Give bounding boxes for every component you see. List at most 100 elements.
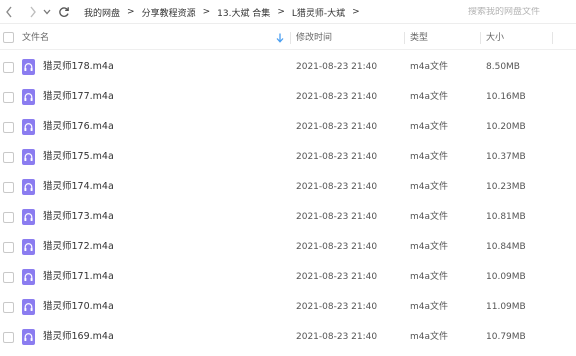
file-row[interactable]: 猎灵师173.m4a 2021-08-23 21:40 m4a文件 10.81M… [0,202,576,232]
file-list-header: 文件名 修改时间 类型 大小 [0,26,576,50]
row-checkbox[interactable] [3,122,14,133]
column-header-name[interactable]: 文件名 [22,26,49,50]
file-row[interactable]: 猎灵师175.m4a 2021-08-23 21:40 m4a文件 10.37M… [0,142,576,172]
audio-file-headphones-icon [22,299,35,315]
file-row[interactable]: 猎灵师171.m4a 2021-08-23 21:40 m4a文件 10.09M… [0,262,576,292]
back-button[interactable] [2,4,16,20]
column-divider[interactable] [480,32,481,44]
file-type: m4a文件 [410,212,449,222]
file-size: 10.20MB [486,122,526,132]
chevron-left-icon [6,6,12,18]
file-size: 10.79MB [486,332,526,342]
file-modified-time: 2021-08-23 21:40 [296,182,378,192]
breadcrumb: 我的网盘 > 分享教程资源 > 13.大斌 合集 > L猎灵师-大斌 > [84,0,367,24]
file-size: 10.37MB [486,152,526,162]
breadcrumb-item-shared-resources[interactable]: 分享教程资源 [142,6,196,19]
audio-file-headphones-icon [22,59,35,75]
select-all-checkbox[interactable] [3,32,14,43]
file-type: m4a文件 [410,242,449,252]
column-divider[interactable] [404,32,405,44]
file-size: 10.16MB [486,92,526,102]
file-modified-time: 2021-08-23 21:40 [296,302,378,312]
audio-file-headphones-icon [22,149,35,165]
file-type: m4a文件 [410,182,449,192]
file-modified-time: 2021-08-23 21:40 [296,272,378,282]
file-size: 10.81MB [486,212,526,222]
audio-file-headphones-icon [22,269,35,285]
breadcrumb-item-dabin-collection[interactable]: 13.大斌 合集 [217,6,270,19]
file-row[interactable]: 猎灵师176.m4a 2021-08-23 21:40 m4a文件 10.20M… [0,112,576,142]
column-divider[interactable] [290,32,291,44]
file-modified-time: 2021-08-23 21:40 [296,62,378,72]
row-checkbox[interactable] [3,242,14,253]
file-row[interactable]: 猎灵师169.m4a 2021-08-23 21:40 m4a文件 10.79M… [0,322,576,352]
row-checkbox[interactable] [3,302,14,313]
row-checkbox[interactable] [3,92,14,103]
sort-down-arrow-icon[interactable] [276,33,284,43]
refresh-button[interactable] [56,4,72,20]
file-modified-time: 2021-08-23 21:40 [296,242,378,252]
row-checkbox[interactable] [3,272,14,283]
file-name[interactable]: 猎灵师177.m4a [43,82,114,112]
file-type: m4a文件 [410,122,449,132]
navigation-bar: 我的网盘 > 分享教程资源 > 13.大斌 合集 > L猎灵师-大斌 > [0,0,576,24]
file-name[interactable]: 猎灵师178.m4a [43,52,114,82]
file-type: m4a文件 [410,302,449,312]
file-name[interactable]: 猎灵师171.m4a [43,262,114,292]
audio-file-headphones-icon [22,209,35,225]
audio-file-headphones-icon [22,89,35,105]
file-type: m4a文件 [410,272,449,282]
breadcrumb-separator: > [277,7,285,17]
file-name[interactable]: 猎灵师176.m4a [43,112,114,142]
file-row[interactable]: 猎灵师170.m4a 2021-08-23 21:40 m4a文件 11.09M… [0,292,576,322]
chevron-down-icon [43,9,51,15]
refresh-icon [59,7,69,17]
column-divider[interactable] [552,32,553,44]
file-modified-time: 2021-08-23 21:40 [296,212,378,222]
breadcrumb-separator: > [127,7,135,17]
file-name[interactable]: 猎灵师170.m4a [43,292,114,322]
file-type: m4a文件 [410,62,449,72]
search-box[interactable] [460,3,574,21]
breadcrumb-item-current-folder[interactable]: L猎灵师-大斌 [292,6,345,19]
file-row[interactable]: 猎灵师174.m4a 2021-08-23 21:40 m4a文件 10.23M… [0,172,576,202]
file-type: m4a文件 [410,332,449,342]
file-name[interactable]: 猎灵师172.m4a [43,232,114,262]
file-modified-time: 2021-08-23 21:40 [296,332,378,342]
history-dropdown-button[interactable] [42,4,52,20]
audio-file-headphones-icon [22,119,35,135]
file-modified-time: 2021-08-23 21:40 [296,152,378,162]
breadcrumb-item-my-drive[interactable]: 我的网盘 [84,6,120,19]
file-row[interactable]: 猎灵师177.m4a 2021-08-23 21:40 m4a文件 10.16M… [0,82,576,112]
column-header-modified[interactable]: 修改时间 [296,26,332,50]
row-checkbox[interactable] [3,212,14,223]
file-size: 10.23MB [486,182,526,192]
file-modified-time: 2021-08-23 21:40 [296,122,378,132]
file-name[interactable]: 猎灵师173.m4a [43,202,114,232]
row-checkbox[interactable] [3,152,14,163]
column-header-size[interactable]: 大小 [486,26,504,50]
file-name[interactable]: 猎灵师175.m4a [43,142,114,172]
chevron-right-icon [30,6,36,18]
row-checkbox[interactable] [3,182,14,193]
row-checkbox[interactable] [3,332,14,343]
file-modified-time: 2021-08-23 21:40 [296,92,378,102]
file-name[interactable]: 猎灵师174.m4a [43,172,114,202]
breadcrumb-dropdown-arrow[interactable]: > [352,7,360,17]
file-size: 11.09MB [486,302,526,312]
file-size: 8.50MB [486,62,520,72]
file-size: 10.84MB [486,242,526,252]
audio-file-headphones-icon [22,329,35,345]
forward-button[interactable] [26,4,40,20]
column-header-type[interactable]: 类型 [410,26,428,50]
row-checkbox[interactable] [3,62,14,73]
file-type: m4a文件 [410,152,449,162]
search-input[interactable] [460,7,574,17]
file-name[interactable]: 猎灵师169.m4a [43,322,114,352]
audio-file-headphones-icon [22,179,35,195]
file-row[interactable]: 猎灵师178.m4a 2021-08-23 21:40 m4a文件 8.50MB [0,52,576,82]
file-size: 10.09MB [486,272,526,282]
audio-file-headphones-icon [22,239,35,255]
file-type: m4a文件 [410,92,449,102]
file-row[interactable]: 猎灵师172.m4a 2021-08-23 21:40 m4a文件 10.84M… [0,232,576,262]
